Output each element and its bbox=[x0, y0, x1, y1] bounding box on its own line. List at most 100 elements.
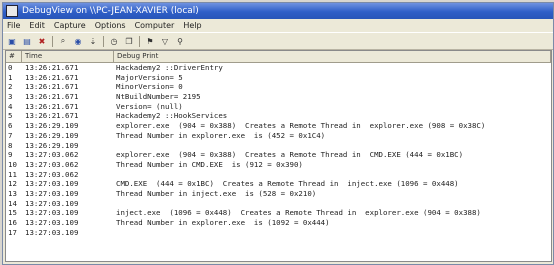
highlight-icon[interactable]: ⚑ bbox=[145, 36, 155, 46]
row-time: 13:27:03.062 bbox=[25, 150, 79, 160]
binoculars-icon[interactable]: ⚲ bbox=[175, 36, 185, 46]
row-number: 14 bbox=[8, 198, 17, 208]
row-debug-print bbox=[113, 199, 551, 209]
toolbar-separator bbox=[139, 35, 140, 47]
menu-edit[interactable]: Edit bbox=[29, 21, 45, 30]
row-time: 13:27:03.062 bbox=[25, 159, 79, 169]
debug-output-list[interactable]: # Time Debug Print 0 13:26:21.671 Hackadem… bbox=[5, 50, 552, 262]
toolbar: ▣ ▤ ✖ ⌕ ◉ ⇣ ◷ ❐ ⚑ ▽ ⚲ bbox=[3, 32, 553, 50]
table-row[interactable]: 7 13:26:29.109 Thread Number in explorer.e… bbox=[6, 131, 551, 141]
window-title: DebugView on \\PC-JEAN-XAVIER (local) bbox=[22, 6, 199, 16]
table-row[interactable]: 12 13:27:03.109 CMD.EXE (444 = 0x1BC) Crea… bbox=[6, 179, 551, 189]
row-debug-print bbox=[113, 228, 551, 238]
row-number: 12 bbox=[8, 179, 17, 189]
menu-bar: File Edit Capture Options Computer Help bbox=[3, 19, 553, 32]
row-time: 13:26:21.671 bbox=[25, 101, 79, 111]
menu-options[interactable]: Options bbox=[95, 21, 126, 30]
clear-icon[interactable]: ✖ bbox=[37, 36, 47, 46]
row-debug-print: explorer.exe (904 = 0x388) Creates a Rem… bbox=[116, 121, 486, 131]
row-debug-print bbox=[113, 170, 551, 180]
row-number: 10 bbox=[8, 159, 17, 169]
row-time: 13:26:21.671 bbox=[25, 72, 79, 82]
list-body: 0 13:26:21.671 Hackademy2 ::DriverEntry 1 13… bbox=[6, 63, 551, 237]
table-row[interactable]: 11 13:27:03.062 bbox=[6, 170, 551, 180]
row-number: 8 bbox=[8, 140, 13, 150]
table-row[interactable]: 2 13:26:21.671 MinorVersion= 0 bbox=[6, 82, 551, 92]
row-debug-print: inject.exe (1096 = 0x448) Creates a Remo… bbox=[116, 208, 481, 218]
row-number: 4 bbox=[8, 101, 13, 111]
clock-icon[interactable]: ◷ bbox=[109, 36, 119, 46]
row-number: 11 bbox=[8, 169, 17, 179]
table-row[interactable]: 17 13:27:03.109 bbox=[6, 228, 551, 238]
column-header-number[interactable]: # bbox=[6, 51, 22, 62]
list-header: # Time Debug Print bbox=[6, 51, 551, 63]
table-row[interactable]: 4 13:26:21.671 Version= (null) bbox=[6, 102, 551, 112]
row-number: 2 bbox=[8, 82, 13, 92]
row-number: 1 bbox=[8, 72, 13, 82]
menu-help[interactable]: Help bbox=[183, 21, 201, 30]
table-row[interactable]: 8 13:26:29.109 bbox=[6, 141, 551, 151]
row-number: 7 bbox=[8, 130, 13, 140]
table-row[interactable]: 13 13:27:03.109 Thread Number in inject.ex… bbox=[6, 189, 551, 199]
row-debug-print: CMD.EXE (444 = 0x1BC) Creates a Remote T… bbox=[116, 179, 459, 189]
row-debug-print: Thread Number in explorer.exe is (452 = … bbox=[116, 130, 326, 140]
menu-file[interactable]: File bbox=[7, 21, 20, 30]
table-row[interactable]: 14 13:27:03.109 bbox=[6, 199, 551, 209]
row-debug-print: Hackademy2 ::HookServices bbox=[116, 111, 228, 121]
table-row[interactable]: 6 13:26:29.109 explorer.exe (904 = 0x388) … bbox=[6, 121, 551, 131]
title-bar[interactable]: DebugView on \\PC-JEAN-XAVIER (local) bbox=[3, 3, 553, 19]
row-debug-print: NtBuildNumber= 2195 bbox=[116, 92, 201, 102]
row-debug-print: MinorVersion= 0 bbox=[116, 82, 183, 92]
row-time: 13:26:21.671 bbox=[25, 92, 79, 102]
row-number: 3 bbox=[8, 92, 13, 102]
table-row[interactable]: 5 13:26:21.671 Hackademy2 ::HookServices bbox=[6, 111, 551, 121]
menu-capture[interactable]: Capture bbox=[54, 21, 86, 30]
row-number: 0 bbox=[8, 63, 13, 72]
open-icon[interactable]: ▣ bbox=[7, 36, 17, 46]
row-debug-print: explorer.exe (904 = 0x388) Creates a Rem… bbox=[116, 150, 464, 160]
row-debug-print bbox=[113, 141, 551, 151]
row-time: 13:26:29.109 bbox=[25, 140, 79, 150]
column-header-debug-print[interactable]: Debug Print bbox=[114, 51, 551, 62]
row-debug-print: Version= (null) bbox=[116, 101, 183, 111]
table-row[interactable]: 16 13:27:03.109 Thread Number in explorer.… bbox=[6, 218, 551, 228]
toolbar-separator bbox=[52, 35, 53, 47]
row-debug-print: Thread Number in explorer.exe is (1092 =… bbox=[116, 218, 330, 227]
row-debug-print: Hackademy2 ::DriverEntry bbox=[116, 63, 223, 72]
column-header-time[interactable]: Time bbox=[22, 51, 114, 62]
menu-computer[interactable]: Computer bbox=[135, 21, 175, 30]
debugview-window: DebugView on \\PC-JEAN-XAVIER (local) Fi… bbox=[2, 2, 554, 265]
row-time: 13:27:03.109 bbox=[25, 198, 79, 208]
table-row[interactable]: 3 13:26:21.671 NtBuildNumber= 2195 bbox=[6, 92, 551, 102]
find-icon[interactable]: ⌕ bbox=[58, 36, 68, 46]
app-icon bbox=[6, 5, 18, 17]
table-row[interactable]: 9 13:27:03.062 explorer.exe (904 = 0x388) … bbox=[6, 150, 551, 160]
autoscroll-icon[interactable]: ⇣ bbox=[88, 36, 98, 46]
table-row[interactable]: 15 13:27:03.109 inject.exe (1096 = 0x448) … bbox=[6, 208, 551, 218]
filter-icon[interactable]: ▽ bbox=[160, 36, 170, 46]
row-time: 13:27:03.109 bbox=[25, 188, 79, 198]
row-time: 13:26:29.109 bbox=[25, 121, 79, 131]
row-number: 17 bbox=[8, 227, 17, 237]
copy-icon[interactable]: ❐ bbox=[124, 36, 134, 46]
row-time: 13:27:03.109 bbox=[25, 208, 79, 218]
capture-icon[interactable]: ◉ bbox=[73, 36, 83, 46]
row-number: 6 bbox=[8, 121, 13, 131]
row-debug-print: Thread Number in inject.exe is (528 = 0x… bbox=[116, 188, 317, 198]
row-number: 5 bbox=[8, 111, 13, 121]
row-number: 13 bbox=[8, 188, 17, 198]
table-row[interactable]: 10 13:27:03.062 Thread Number in CMD.EXE i… bbox=[6, 160, 551, 170]
row-number: 16 bbox=[8, 218, 17, 227]
row-debug-print: Thread Number in CMD.EXE is (912 = 0x390… bbox=[116, 159, 303, 169]
table-row[interactable]: 0 13:26:21.671 Hackademy2 ::DriverEntry bbox=[6, 63, 551, 73]
row-time: 13:27:03.109 bbox=[25, 227, 79, 237]
save-icon[interactable]: ▤ bbox=[22, 36, 32, 46]
row-time: 13:26:21.671 bbox=[25, 82, 79, 92]
table-row[interactable]: 1 13:26:21.671 MajorVersion= 5 bbox=[6, 73, 551, 83]
toolbar-separator bbox=[103, 35, 104, 47]
row-time: 13:26:21.671 bbox=[25, 111, 79, 121]
row-time: 13:26:29.109 bbox=[25, 130, 79, 140]
row-number: 9 bbox=[8, 150, 13, 160]
row-debug-print: MajorVersion= 5 bbox=[116, 72, 183, 82]
row-time: 13:26:21.671 bbox=[25, 63, 79, 72]
